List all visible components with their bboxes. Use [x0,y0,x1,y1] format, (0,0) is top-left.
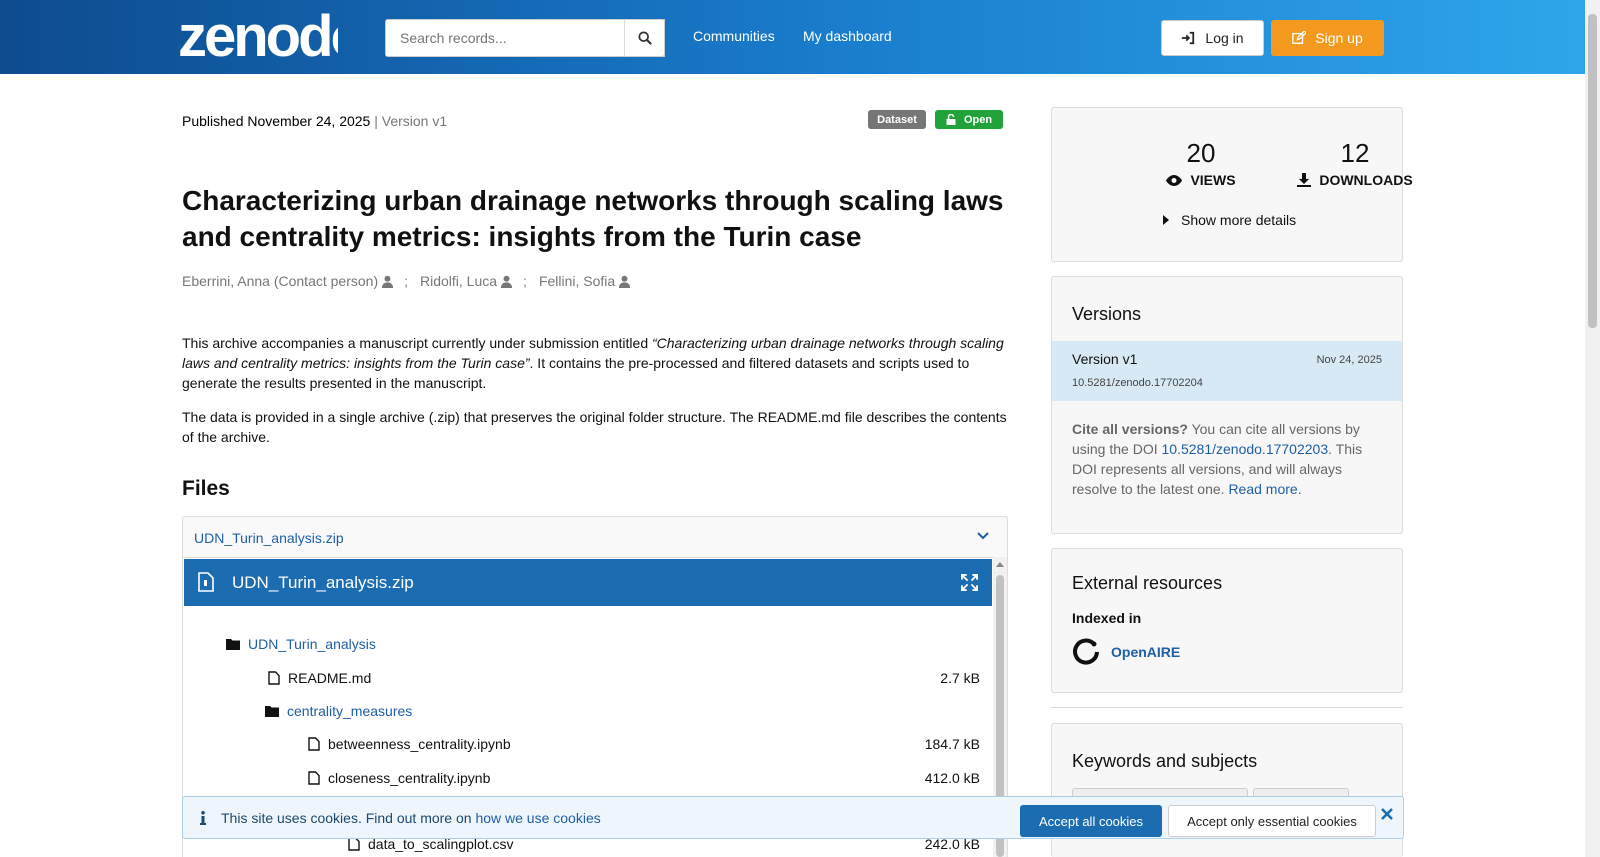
file-size: 184.7 kB [924,736,980,752]
stats-card: 20 VIEWS 12 DOWNLOADS Show more details [1051,107,1413,262]
folder-icon [265,706,279,717]
signup-button[interactable]: Sign up [1271,20,1384,56]
login-label: Log in [1205,30,1244,46]
author-separator: ; [404,273,408,289]
person-icon [382,275,394,288]
version-item[interactable]: Version v1 Nov 24, 2025 10.5281/zenodo.1… [1052,341,1402,401]
page-scroll-thumb[interactable] [1588,14,1597,328]
zenodo-logo[interactable]: zenodo [178,8,338,62]
openaire-icon [1073,638,1099,665]
top-header: zenodo Communities My dashboard Log in S… [0,0,1600,74]
caret-right-icon [1163,215,1169,225]
resource-type-badge: Dataset [868,110,926,129]
svg-text:zenodo: zenodo [178,8,338,62]
expand-icon[interactable] [961,574,978,591]
scroll-up-icon[interactable] [996,561,1004,567]
tree-file: closeness_centrality.ipynb 412.0 kB [308,768,980,788]
keywords-heading: Keywords and subjects [1072,751,1258,771]
tree-file: README.md 2.7 kB [268,668,980,688]
indexed-in-label: Indexed in [1072,610,1142,626]
versions-card: Versions Version v1 Nov 24, 2025 10.5281… [1051,276,1403,534]
author-name[interactable]: Ridolfi, Luca [420,273,497,289]
unlock-icon [946,114,956,125]
search-input[interactable] [386,20,664,56]
views-label: VIEWS [1126,172,1276,188]
versions-heading: Versions [1072,304,1142,324]
version-label: | Version v1 [370,113,448,129]
accept-all-cookies-button[interactable]: Accept all cookies [1020,805,1162,837]
external-heading: External resources [1072,573,1223,593]
published-date: Published November 24, 2025 [182,113,371,129]
author-name[interactable]: Fellini, Sofia [539,273,615,289]
zip-file-icon [198,572,214,592]
access-label: Open [963,113,993,126]
nav-my-dashboard[interactable]: My dashboard [803,28,892,44]
preview-header: UDN_Turin_analysis.zip [184,559,992,606]
page-scrollbar[interactable] [1585,0,1600,857]
author-list: Eberrini, Anna (Contact person) ; Ridolf… [182,273,631,289]
nav-communities[interactable]: Communities [693,28,775,44]
file-name[interactable]: README.md [288,670,371,686]
record-title: Characterizing urban drainage networks t… [182,185,1004,252]
cookie-banner: This site uses cookies. Find out more on… [182,796,1404,839]
person-icon [619,275,631,288]
eye-icon [1166,174,1183,186]
external-resources-card: External resources Indexed in OpenAIRE [1051,548,1403,693]
close-icon[interactable] [1381,808,1393,820]
search-button[interactable] [624,19,665,57]
concept-doi-link[interactable]: 10.5281/zenodo.17702203 [1162,441,1329,457]
search-box [385,19,665,57]
login-button[interactable]: Log in [1161,20,1264,56]
downloads-label: DOWNLOADS [1280,172,1430,188]
description-paragraph: This archive accompanies a manuscript cu… [182,335,1004,391]
version-name[interactable]: Version v1 [1072,351,1137,367]
access-badge: Open [935,110,1003,129]
file-icon [348,837,360,851]
file-size: 2.7 kB [940,670,980,686]
version-date: Nov 24, 2025 [1316,354,1382,366]
folder-link[interactable]: centrality_measures [287,703,412,719]
openaire-link[interactable]: OpenAIRE [1111,644,1180,660]
publication-info: Published November 24, 2025 | Version v1 [182,113,447,129]
file-accordion[interactable]: UDN_Turin_analysis.zip [182,516,1008,558]
edit-icon [1292,31,1307,44]
file-name[interactable]: closeness_centrality.ipynb [328,770,490,786]
file-size: 412.0 kB [924,770,980,786]
read-more-link[interactable]: Read more. [1228,481,1301,497]
search-icon [637,31,652,45]
preview-filename: UDN_Turin_analysis.zip [232,573,414,592]
info-icon [200,811,206,825]
folder-link[interactable]: UDN_Turin_analysis [248,636,376,652]
person-icon [500,275,513,288]
show-more-details[interactable]: Show more details [1163,212,1296,228]
sign-in-icon [1182,31,1195,45]
files-heading: Files [182,477,230,500]
file-icon [308,771,320,785]
folder-icon [226,639,240,650]
views-count: 20 [1186,138,1216,168]
tree-file: betweenness_centrality.ipynb 184.7 kB [308,734,980,754]
signup-label: Sign up [1315,30,1363,46]
file-icon [308,737,320,751]
downloads-count: 12 [1340,138,1370,168]
archive-link[interactable]: UDN_Turin_analysis.zip [194,530,344,546]
description-paragraph: The data is provided in a single archive… [182,409,1007,445]
cite-all-versions: Cite all versions? You can cite all vers… [1072,421,1363,497]
file-name[interactable]: betweenness_centrality.ipynb [328,736,511,752]
tree-folder: centrality_measures [265,701,412,721]
file-icon [268,671,280,685]
sidebar-divider [1051,707,1403,708]
download-icon [1297,173,1312,187]
chevron-down-icon[interactable] [977,531,989,541]
author-separator: ; [523,273,527,289]
accept-essential-cookies-button[interactable]: Accept only essential cookies [1168,805,1376,837]
version-doi: 10.5281/zenodo.17702204 [1072,377,1203,389]
cookie-policy-link[interactable]: how we use cookies [475,810,600,826]
tree-folder: UDN_Turin_analysis [226,634,376,654]
cookie-text: This site uses cookies. Find out more on… [221,810,601,826]
author-name[interactable]: Eberrini, Anna (Contact person) [182,273,378,289]
